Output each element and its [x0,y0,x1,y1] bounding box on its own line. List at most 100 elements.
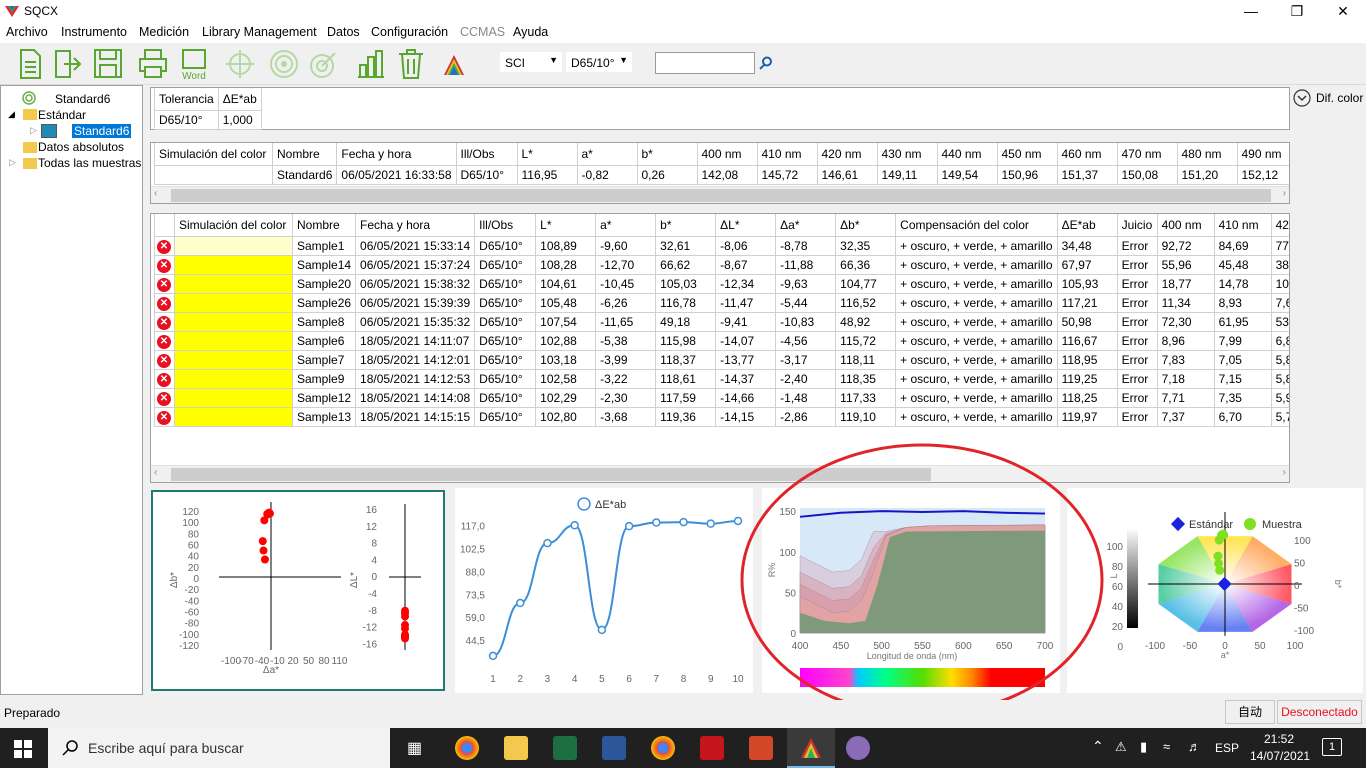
ime-indicator[interactable]: 自动 [1225,700,1275,724]
sample-table-header[interactable]: Juicio [1116,214,1158,237]
sample-table-cell[interactable]: + oscuro, + verde, + amarillo [895,311,1058,332]
network-warning-icon[interactable]: ⚠ [1115,739,1127,755]
sample-table-cell[interactable]: 32,35 [835,235,897,256]
sample-table-cell[interactable]: Sample20 [291,273,357,294]
sample-table-cell[interactable]: 119,36 [655,406,717,427]
volume-icon[interactable]: ♬ [1188,739,1201,754]
task-view-icon[interactable]: ▦ [407,738,422,758]
standard-table-header[interactable]: Ill/Obs [455,143,518,166]
sample-table-cell[interactable]: Error [1116,387,1158,408]
table-row[interactable]: ✕ Sample13 18/05/2021 14:15:15 D65/10° 102,8… [154,406,1289,427]
sample-table-cell[interactable]: 32,61 [655,235,717,256]
sample-table-cell[interactable]: 117,59 [655,387,717,408]
standard-table-cell[interactable]: 116,95 [516,164,578,185]
sample-table-cell[interactable]: 5,72 [1270,406,1289,427]
sample-table-cell[interactable]: D65/10° [474,235,537,256]
sample-table-cell[interactable]: 38,9 [1270,254,1289,275]
sample-table-header[interactable]: Nombre [291,214,357,237]
sample-table-cell[interactable]: + oscuro, + verde, + amarillo [895,292,1058,313]
sample-table-cell[interactable]: Sample12 [291,387,357,408]
standard-table-header[interactable]: 470 nm [1116,143,1178,166]
sample-table-cell[interactable]: 61,95 [1213,311,1272,332]
standard-table-cell[interactable]: 06/05/2021 16:33:58 [336,164,457,185]
tolerance-cell[interactable]: D65/10° [154,109,219,130]
sample-table-cell[interactable]: Error [1116,254,1158,275]
sample-table-cell[interactable]: -3,17 [775,349,837,370]
chrome-icon[interactable] [455,736,479,760]
sample-table-cell[interactable]: 5,87 [1270,349,1289,370]
sample-table-cell[interactable]: 06/05/2021 15:37:24 [355,254,476,275]
sample-table-cell[interactable]: 118,95 [1056,349,1118,370]
notification-center-icon[interactable]: 1 [1322,738,1342,756]
sample-table-cell[interactable]: 53,9 [1270,311,1289,332]
taskbar-search[interactable]: Escribe aquí para buscar [48,728,390,768]
expand-icon[interactable]: ▷ [30,125,37,136]
table-row[interactable]: ✕ Sample6 18/05/2021 14:11:07 D65/10° 102,88… [154,330,1289,351]
standard-table-cell[interactable]: 146,61 [816,164,878,185]
table-row[interactable]: ✕ Sample12 18/05/2021 14:14:08 D65/10° 102,2… [154,387,1289,408]
sample-table-cell[interactable]: 92,72 [1156,235,1215,256]
sample-table-cell[interactable]: -6,26 [595,292,657,313]
sample-table-cell[interactable]: 105,48 [535,292,597,313]
sample-table-cell[interactable]: 7,35 [1213,387,1272,408]
sample-table-cell[interactable]: 7,61 [1270,292,1289,313]
tree-absolute-data[interactable]: Datos absolutos [38,140,124,154]
sample-table-cell[interactable]: 118,11 [835,349,897,370]
sample-table-cell[interactable]: 67,97 [1056,254,1118,275]
sample-table-cell[interactable]: 50,98 [1056,311,1118,332]
standard-table-cell[interactable]: 152,12 [1236,164,1289,185]
scroll-right-icon[interactable]: › [1283,467,1286,478]
menu-ccmas[interactable]: CCMAS [460,25,505,39]
sample-table-cell[interactable]: + oscuro, + verde, + amarillo [895,406,1058,427]
sample-table-cell[interactable]: -1,48 [775,387,837,408]
table-row[interactable]: ✕ Sample7 18/05/2021 14:12:01 D65/10° 103,18… [154,349,1289,370]
sample-table-cell[interactable]: Sample13 [291,406,357,427]
sample-table-cell[interactable]: 5,95 [1270,387,1289,408]
scrollbar-thumb[interactable] [171,189,1271,202]
delete-icon[interactable] [395,47,427,81]
sample-table-cell[interactable]: Sample7 [291,349,357,370]
save-icon[interactable] [92,47,124,81]
sample-table-cell[interactable]: 8,93 [1213,292,1272,313]
sample-table-cell[interactable]: D65/10° [474,387,537,408]
sample-table-cell[interactable]: + oscuro, + verde, + amarillo [895,349,1058,370]
clock-time[interactable]: 21:52 [1264,732,1294,746]
sample-table-cell[interactable]: D65/10° [474,330,537,351]
standard-table-cell[interactable]: 151,20 [1176,164,1238,185]
sample-table-cell[interactable]: + oscuro, + verde, + amarillo [895,254,1058,275]
sample-table-cell[interactable]: + oscuro, + verde, + amarillo [895,273,1058,294]
standard-table-cell[interactable]: -0,82 [576,164,638,185]
minimize-button[interactable]: — [1228,0,1274,22]
sample-table-header[interactable]: Δb* [835,214,897,237]
print-icon[interactable] [137,47,169,81]
standard-table-cell[interactable]: Standard6 [271,164,338,185]
standard-table-cell[interactable]: 150,96 [996,164,1058,185]
sample-table-cell[interactable]: 66,62 [655,254,717,275]
sample-table-cell[interactable]: 116,78 [655,292,717,313]
sample-table-cell[interactable]: Error [1116,368,1158,389]
sample-table-cell[interactable]: 18/05/2021 14:11:07 [355,330,476,351]
sample-table-cell[interactable]: 77,4 [1270,235,1289,256]
sample-table-cell[interactable]: -10,45 [595,273,657,294]
sample-table-cell[interactable]: 105,03 [655,273,717,294]
excel-icon[interactable] [553,736,577,760]
sample-table-cell[interactable]: -3,99 [595,349,657,370]
sample-table-cell[interactable]: 118,25 [1056,387,1118,408]
sample-table-cell[interactable]: 116,52 [835,292,897,313]
sample-table-cell[interactable]: 5,87 [1270,368,1289,389]
sample-table-cell[interactable]: Error [1116,235,1158,256]
chevron-circle-down-icon[interactable] [1293,89,1311,107]
sample-table-cell[interactable]: 7,71 [1156,387,1215,408]
sample-table-cell[interactable]: 45,48 [1213,254,1272,275]
standard-table-header[interactable]: 460 nm [1056,143,1118,166]
sample-table-cell[interactable]: + oscuro, + verde, + amarillo [895,235,1058,256]
sample-table-cell[interactable]: Sample6 [291,330,357,351]
illuminant-select[interactable]: D65/10° ▼ [566,52,632,72]
sample-table-cell[interactable]: 11,34 [1156,292,1215,313]
close-button[interactable]: ✕ [1320,0,1366,22]
sample-table-cell[interactable]: 118,61 [655,368,717,389]
chevron-up-icon[interactable]: ⌃ [1092,738,1104,755]
word-export-icon[interactable]: Word [178,47,210,81]
connection-status[interactable]: Desconectado [1277,700,1362,724]
sample-table-cell[interactable]: 66,36 [835,254,897,275]
